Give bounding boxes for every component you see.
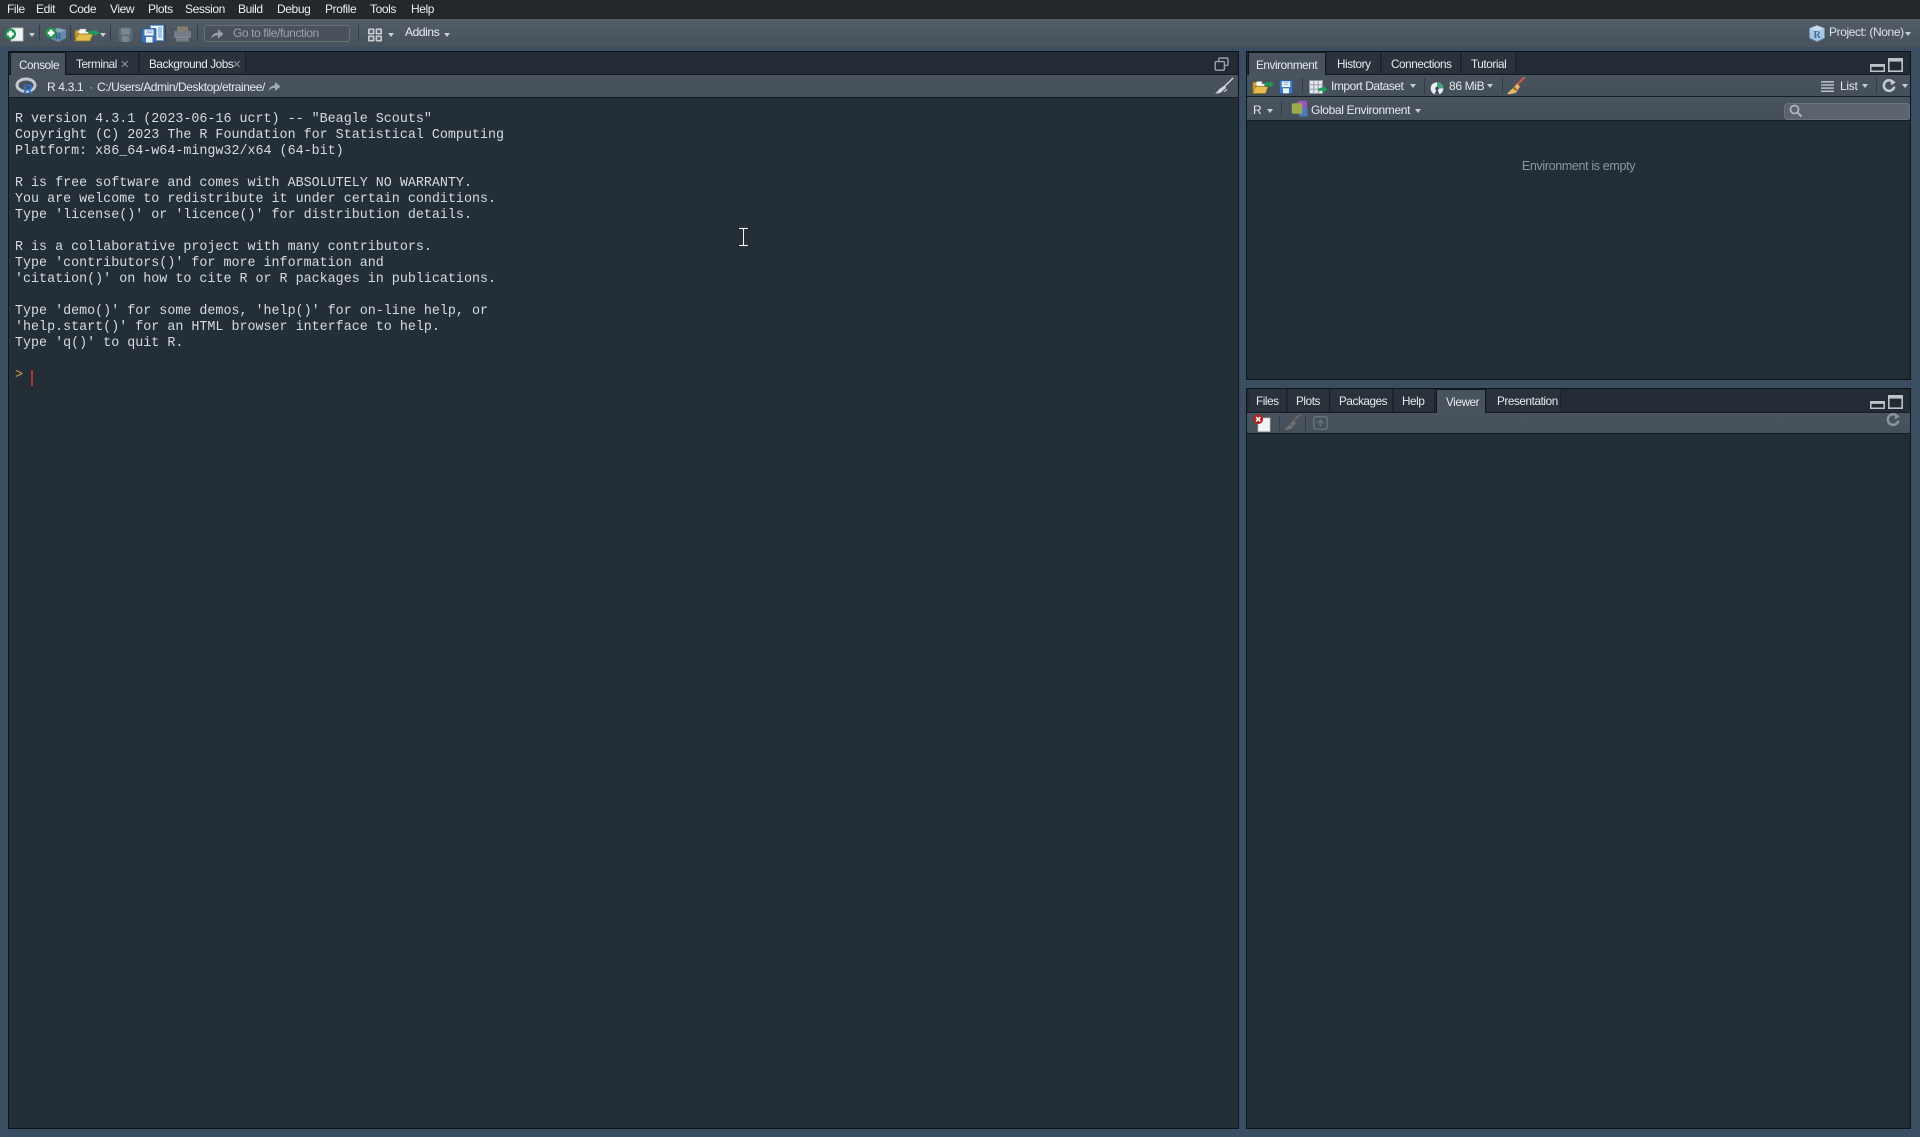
svg-text:R: R	[1814, 30, 1822, 41]
svg-text:R: R	[23, 82, 33, 97]
